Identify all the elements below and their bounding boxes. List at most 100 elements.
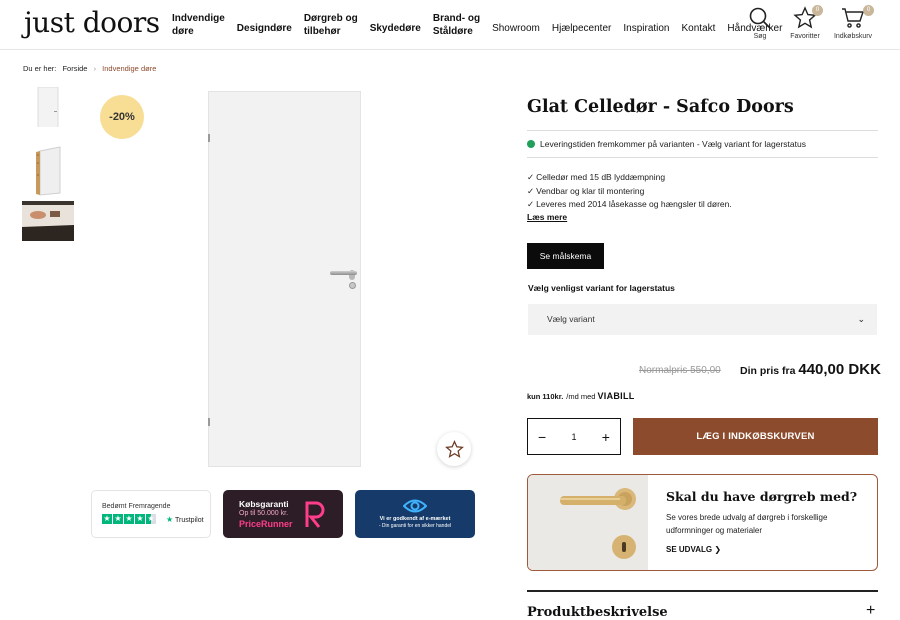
thumbnail-door-lifestyle[interactable]: [22, 201, 74, 241]
check-icon: ✓: [527, 172, 535, 182]
breadcrumb-current[interactable]: Indvendige døre: [102, 64, 156, 73]
handles-promo-card[interactable]: Skal du have dørgreb med? Se vores brede…: [527, 474, 878, 571]
star-icon: ★: [124, 514, 134, 524]
trustpilot-rating: Bedømt Fremragende: [102, 503, 171, 510]
search-button[interactable]: Søg: [738, 6, 782, 40]
status-dot: [527, 140, 535, 148]
nav-item[interactable]: Brand- og Ståldøre: [433, 12, 480, 38]
quantity-stepper: − 1 +: [527, 418, 621, 455]
price-amount: 440,00 DKK: [798, 361, 881, 378]
pricerunner-logo-icon: [305, 501, 325, 528]
divider: [527, 590, 878, 592]
promo-link[interactable]: SE UDVALG ❯: [666, 545, 721, 554]
feature-list: ✓ Celledør med 15 dB lyddæmpning ✓ Vendbar…: [527, 171, 732, 212]
main-nav: Indvendige døre Designdøre Dørgreb og tilbeh…: [172, 12, 794, 38]
star-icon: ★: [113, 514, 123, 524]
add-to-favorites-button[interactable]: [437, 432, 471, 466]
nav-item-label: døre: [172, 26, 194, 37]
feature-item: ✓ Leveres med 2014 låsekasse og hængsler …: [527, 199, 732, 209]
promo-title: Skal du have dørgreb med?: [666, 489, 858, 504]
nav-item-label: Kontakt: [681, 22, 716, 34]
nav-item[interactable]: Dørgreb og tilbehør: [304, 12, 358, 38]
chevron-down-icon: ⌄: [857, 314, 865, 324]
variant-label: Vælg venligst variant for lagerstatus: [528, 283, 675, 293]
promo-text: Se vores brede udvalg af dørgreb i forsk…: [666, 513, 828, 535]
header-actions: Søg 0 Favoritter 0 Indkøbskurv: [737, 5, 878, 40]
size-chart-button[interactable]: Se målskema: [527, 243, 604, 269]
nav-item[interactable]: Kontakt: [682, 22, 716, 35]
variant-select-value: Vælg variant: [547, 314, 595, 324]
variant-select[interactable]: Vælg variant ⌄: [528, 304, 877, 335]
chevron-right-icon: ❯: [714, 545, 722, 554]
viabill-financing[interactable]: kun 110kr. /md med VIABILL: [527, 391, 635, 401]
stock-status: Leveringstiden fremkommer på varianten -…: [527, 139, 806, 149]
nav-item[interactable]: Skydedøre: [370, 22, 421, 35]
door-keyhole: [349, 282, 356, 289]
nav-item-label: Brand- og: [432, 13, 481, 24]
favorites-button[interactable]: 0 Favoritter: [783, 5, 827, 40]
check-icon: ✓: [527, 199, 535, 209]
cart-button[interactable]: 0 Indkøbskurv: [828, 5, 878, 40]
nav-item-label: Dørgreb og: [303, 13, 358, 24]
feature-item: ✓ Vendbar og klar til montering: [527, 185, 645, 196]
nav-item-label: Showroom: [492, 22, 540, 34]
nav-item[interactable]: Designdøre: [237, 22, 292, 35]
viabill-logo: VIABILL: [597, 391, 635, 401]
star-outline-icon: [444, 439, 464, 458]
site-logo[interactable]: just doors: [24, 6, 160, 39]
trustpilot-badge[interactable]: Bedømt Fremragende ★ ★ ★ ★ ★ ★ Trustpilo…: [91, 490, 211, 538]
viabill-amount: kun 110kr.: [527, 391, 564, 401]
promo-image: [528, 475, 648, 570]
product-image[interactable]: [208, 91, 361, 467]
door-hinge: [208, 134, 210, 142]
decrease-quantity-button[interactable]: −: [538, 429, 546, 445]
read-more-link[interactable]: Læs mere: [527, 212, 567, 222]
price-prefix: Din pris fra: [740, 365, 796, 377]
thumbnail-door-angle[interactable]: [22, 145, 74, 197]
stock-status-text: Leveringstiden fremkommer på varianten -…: [540, 139, 806, 149]
viabill-text: /md med: [566, 391, 596, 401]
nav-item[interactable]: Indvendige døre: [172, 12, 225, 38]
trustpilot-logo: ★ Trustpilot: [166, 515, 204, 524]
check-icon: ✓: [527, 185, 535, 196]
divider: [527, 130, 878, 131]
nav-item-label: Ståldøre: [432, 26, 473, 37]
site-header: just doors Indvendige døre Designdøre Dørgr…: [0, 0, 900, 50]
nav-item-label: Hjælpecenter: [551, 22, 612, 34]
thumbnail-door-front[interactable]: [22, 87, 74, 127]
nav-item[interactable]: Hjælpecenter: [552, 22, 611, 35]
nav-item[interactable]: Showroom: [492, 22, 540, 35]
add-to-cart-button[interactable]: LÆG I INDKØBSKURVEN: [633, 418, 878, 455]
divider: [527, 157, 878, 158]
nav-item-label: Inspiration: [623, 22, 670, 34]
breadcrumb: Du er her: Forside › Indvendige døre: [23, 64, 156, 73]
door-hinge: [208, 418, 210, 426]
door-handle: [330, 271, 357, 275]
pricerunner-subtitle: Op til 50.000 kr.: [239, 510, 289, 517]
favorites-count-badge: 0: [812, 5, 823, 16]
breadcrumb-home[interactable]: Forside: [62, 64, 87, 73]
increase-quantity-button[interactable]: +: [602, 429, 610, 445]
feature-item: ✓ Celledør med 15 dB lyddæmpning: [527, 172, 666, 182]
quantity-value[interactable]: 1: [571, 432, 576, 442]
emaerket-badge[interactable]: Vi er godkendt af e-mærket - Din garanti…: [355, 490, 475, 538]
pricerunner-logo-text: PriceRunner: [239, 519, 293, 529]
normal-price: Normalpris 550,00: [639, 365, 721, 376]
product-title: Glat Celledør - Safco Doors: [527, 97, 794, 117]
expand-plus-icon[interactable]: +: [866, 602, 875, 620]
eye-icon: [403, 499, 427, 513]
discount-badge: -20%: [100, 95, 144, 139]
nav-item[interactable]: Inspiration: [623, 22, 669, 35]
description-heading[interactable]: Produktbeskrivelse: [527, 605, 668, 620]
pricerunner-title: Købsgaranti: [239, 499, 289, 509]
star-icon: ★: [135, 514, 145, 524]
nav-item-label: tilbehør: [303, 26, 341, 37]
emaerket-subtitle: - Din garanti for en sikker handel: [378, 523, 452, 529]
breadcrumb-prefix: Du er her:: [23, 64, 57, 73]
star-half-icon: ★: [146, 514, 156, 524]
emaerket-title: Vi er godkendt af e-mærket: [379, 516, 451, 522]
pricerunner-badge[interactable]: Købsgaranti Op til 50.000 kr. PriceRunne…: [223, 490, 343, 538]
star-icon: ★: [102, 514, 112, 524]
cart-count-badge: 0: [863, 5, 874, 16]
search-label: Søg: [753, 33, 767, 40]
